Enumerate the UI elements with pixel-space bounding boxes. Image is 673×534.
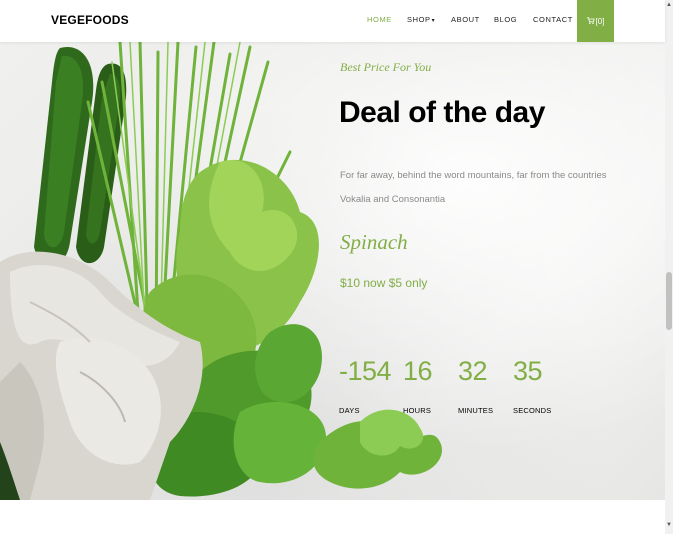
deal-title: Deal of the day bbox=[339, 96, 545, 129]
cart-button[interactable]: [0] bbox=[577, 0, 614, 42]
scroll-up-icon[interactable]: ▲ bbox=[665, 2, 673, 8]
countdown-days-value: -154 bbox=[339, 356, 392, 386]
nav-about[interactable]: ABOUT bbox=[451, 15, 480, 24]
brand-logo[interactable]: VEGEFOODS bbox=[51, 13, 129, 27]
price-now-word: now bbox=[363, 276, 386, 290]
nav-blog[interactable]: BLOG bbox=[494, 15, 517, 24]
product-price: $10 now $5 only bbox=[340, 276, 427, 290]
countdown-days-label: DAYS bbox=[339, 406, 360, 415]
countdown-hours-value: 16 bbox=[403, 356, 433, 386]
countdown-seconds-label: SECONDS bbox=[513, 406, 552, 415]
countdown-hours-label: HOURS bbox=[403, 406, 432, 415]
price-new: $5 only bbox=[388, 276, 428, 290]
scrollbar-thumb[interactable] bbox=[666, 272, 672, 330]
deal-subtitle: Best Price For You bbox=[340, 60, 432, 74]
cart-icon bbox=[586, 17, 595, 25]
countdown-minutes-label: MINUTES bbox=[458, 406, 494, 415]
chevron-down-icon: ▾ bbox=[431, 18, 436, 24]
product-name[interactable]: Spinach bbox=[340, 230, 408, 255]
countdown-minutes-value: 32 bbox=[458, 356, 488, 386]
nav-shop[interactable]: SHOP▾ bbox=[407, 15, 435, 24]
countdown-hours: 16 HOURS bbox=[403, 354, 433, 415]
cart-count: [0] bbox=[595, 16, 605, 26]
price-old: $10 bbox=[340, 276, 361, 290]
countdown-days: -154 DAYS bbox=[339, 354, 392, 415]
nav-shop-label: SHOP bbox=[407, 15, 431, 24]
countdown-minutes: 32 MINUTES bbox=[458, 354, 493, 415]
deal-of-day-section: Best Price For You Deal of the day For f… bbox=[0, 42, 665, 500]
nav-contact[interactable]: CONTACT bbox=[533, 15, 573, 24]
scroll-down-icon[interactable]: ▼ bbox=[665, 522, 673, 528]
countdown-seconds-value: 35 bbox=[513, 356, 543, 386]
navbar: VEGEFOODS HOME SHOP▾ ABOUT BLOG CONTACT … bbox=[0, 0, 665, 42]
deal-description: For far away, behind the word mountains,… bbox=[340, 170, 607, 205]
countdown-seconds: 35 SECONDS bbox=[513, 354, 552, 415]
nav-home[interactable]: HOME bbox=[367, 15, 392, 24]
scrollbar-track[interactable] bbox=[665, 0, 673, 534]
